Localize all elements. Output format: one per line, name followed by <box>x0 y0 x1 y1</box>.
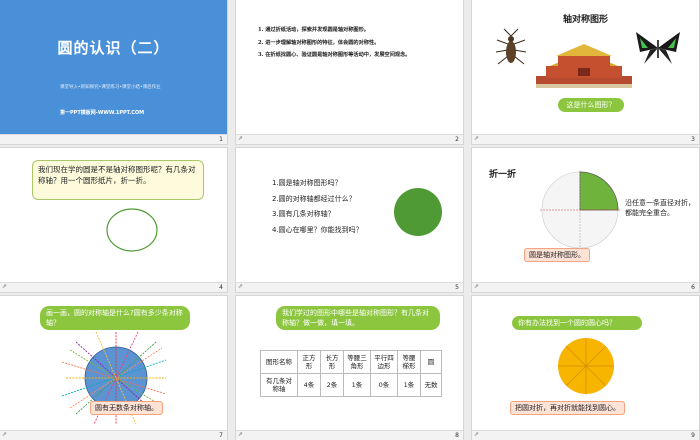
table-cell: 等腰三角形 <box>343 350 371 374</box>
slide-number: 4 <box>219 284 223 291</box>
table-cell: 0条 <box>370 373 398 397</box>
conclusion-callout: 把圆对折，再对折就能找到圆心。 <box>510 401 625 415</box>
slide-footer-bar <box>472 282 699 292</box>
table-cell: 长方形 <box>320 350 344 374</box>
objective-line: 1. 通过折纸活动，探索并发现圆是轴对称图形。 <box>258 27 369 33</box>
tiananmen-image <box>536 44 632 88</box>
slide-footer-bar <box>236 134 463 144</box>
table-cell: 圆 <box>420 350 442 374</box>
conclusion-callout: 圆是轴对称图形。 <box>524 248 590 262</box>
question-list: 1.圆是轴对称图形吗？ 2.圆的对称轴都经过什么？ 3.圆有几条对称轴？ 4.圆… <box>272 176 363 238</box>
table-cell: 平行四边形 <box>370 350 398 374</box>
question-item: 4.圆心在哪里？你能找到吗？ <box>272 225 363 234</box>
objectives-list: 1. 通过折纸活动，探索并发现圆是轴对称图形。 2. 进一步理解轴对称图形的特征… <box>258 24 448 61</box>
share-icon: ⇗ <box>238 135 244 142</box>
conclusion-callout: 圆有无数条对称轴。 <box>90 401 163 415</box>
question-speech-bubble: 我们现在学的圆是不是轴对称图形呢？有几条对称轴？用一个圆形纸片，折一折。 <box>32 160 204 200</box>
table-cell: 图形名称 <box>260 350 298 374</box>
table-cell: 4条 <box>297 373 321 397</box>
share-icon: ⇗ <box>474 283 480 290</box>
slide-footer-bar <box>0 134 227 144</box>
slide-number: 9 <box>691 432 695 439</box>
table-cell: 2条 <box>320 373 344 397</box>
folded-circle-diagram <box>540 170 620 250</box>
slide-1-thumbnail[interactable]: 圆的认识（二） 课堂导入•新知探究•课堂练习•课堂小结•课后作业 第一PPT模板… <box>0 0 227 144</box>
share-icon: ⇗ <box>238 283 244 290</box>
slide-7-thumbnail[interactable]: 画一画，圆的对称轴是什么?圆有多少条对称轴？ 圆有无数条对称轴。 ⇗ 7 <box>0 296 227 440</box>
question-item: 3.圆有几条对称轴？ <box>272 210 335 218</box>
slide-footer-bar <box>0 282 227 292</box>
objective-line: 2. 进一步理解轴对称图形的特征，体会圆的对称性。 <box>258 40 380 46</box>
slide-6-thumbnail[interactable]: 折一折 沿任意一条直径对折，都能完全重合。 圆是轴对称图形。 ⇗ 6 <box>472 148 699 292</box>
question-item: 2.圆的对称轴都经过什么？ <box>272 194 356 203</box>
circle-outline <box>106 208 158 252</box>
slide-title: 轴对称图形 <box>562 15 608 25</box>
slide-8-thumbnail[interactable]: 我们学过的图形中哪些是轴对称图形？有几条对称轴？做一做，填一填。 图形名称 正方… <box>236 296 463 440</box>
table-cell: 无数 <box>420 373 442 397</box>
slide-subtitle: 课堂导入•新知探究•课堂练习•课堂小结•课后作业 <box>60 85 161 90</box>
slide-title: 圆的认识（二） <box>57 39 170 57</box>
slide-number: 2 <box>455 136 459 143</box>
slide-footer-bar <box>472 134 699 144</box>
table-cell: 有几条对称轴 <box>260 373 298 397</box>
slide-4-thumbnail[interactable]: 我们现在学的圆是不是轴对称图形呢？有几条对称轴？用一个圆形纸片，折一折。 ⇗ 4 <box>0 148 227 292</box>
slide-footer-bar <box>236 430 463 440</box>
share-icon: ⇗ <box>474 135 480 142</box>
slide-footer-text: 第一PPT模板网-WWW.1PPT.COM <box>60 110 145 116</box>
table-cell: 1条 <box>343 373 371 397</box>
objective-line: 3. 在折纸找圆心、验证圆是轴对称图形等活动中，发展空间观念。 <box>258 52 411 58</box>
slide-number: 5 <box>455 284 459 291</box>
slide-number: 3 <box>691 136 695 143</box>
slide-number: 8 <box>455 432 459 439</box>
slide-number: 1 <box>219 136 223 143</box>
slide-2-thumbnail[interactable]: 1. 通过折纸活动，探索并发现圆是轴对称图形。 2. 进一步理解轴对称图形的特征… <box>236 0 463 144</box>
explanation-text: 沿任意一条直径对折，都能完全重合。 <box>625 199 695 217</box>
slide-footer-bar <box>236 282 463 292</box>
symmetry-table: 图形名称 正方形 长方形 等腰三角形 平行四边形 等腰梯形 圆 有几条对称轴 4… <box>260 350 442 397</box>
table-cell: 正方形 <box>297 350 321 374</box>
slide-number: 7 <box>219 432 223 439</box>
insect-image <box>495 28 527 65</box>
table-row: 有几条对称轴 4条 2条 1条 0条 1条 无数 <box>260 373 442 397</box>
green-circle <box>394 188 442 236</box>
slide-footer-bar <box>0 430 227 440</box>
prompt-bubble: 你有办法找到一个圆的圆心吗？ <box>512 316 642 330</box>
butterfly-image <box>636 32 680 64</box>
slide-number: 6 <box>691 284 695 291</box>
question-bubble: 这是什么图形？ <box>558 98 624 112</box>
slide-title: 折一折 <box>489 170 517 180</box>
orange-circle-diagram <box>558 338 614 394</box>
table-cell: 1条 <box>397 373 421 397</box>
question-item: 1.圆是轴对称图形吗？ <box>272 179 342 187</box>
slide-3-thumbnail[interactable]: 轴对称图形 这是什么图形？ ⇗ 3 <box>472 0 699 144</box>
slide-footer-bar <box>472 430 699 440</box>
slide-9-thumbnail[interactable]: 你有办法找到一个圆的圆心吗？ 把圆对折，再对折就能找到圆心。 ⇗ 9 <box>472 296 699 440</box>
slide-5-thumbnail[interactable]: 1.圆是轴对称图形吗？ 2.圆的对称轴都经过什么？ 3.圆有几条对称轴？ 4.圆… <box>236 148 463 292</box>
share-icon: ⇗ <box>2 283 8 290</box>
prompt-bubble: 我们学过的图形中哪些是轴对称图形？有几条对称轴？做一做，填一填。 <box>276 306 440 330</box>
table-cell: 等腰梯形 <box>397 350 421 374</box>
table-header-row: 图形名称 正方形 长方形 等腰三角形 平行四边形 等腰梯形 圆 <box>260 350 442 374</box>
